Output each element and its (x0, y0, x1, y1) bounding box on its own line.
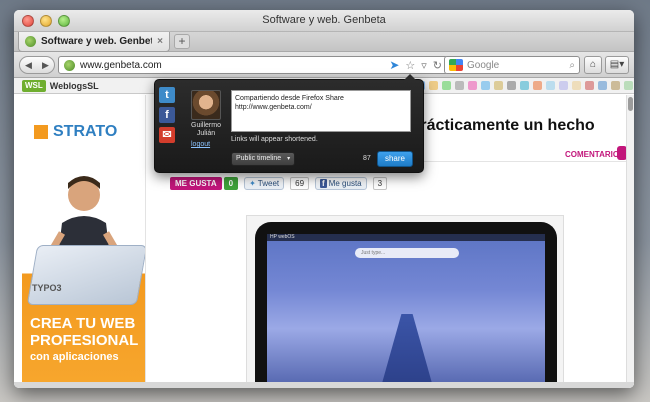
search-bar[interactable]: Google ⌕ (444, 56, 580, 74)
tablet-search-field: Just type... (355, 248, 459, 258)
tab-label: Software y web. Genbeta (41, 36, 153, 47)
chevron-down-icon: ▾ (287, 156, 291, 162)
bookmark-icon[interactable] (441, 81, 451, 90)
bookmark-icon[interactable] (480, 81, 490, 90)
avatar (191, 90, 221, 120)
share-message-textarea[interactable]: Compartiendo desde Firefox Share http://… (231, 90, 411, 132)
bookmark-icons (402, 81, 633, 90)
tweet-button[interactable]: ✦ Tweet (244, 177, 285, 190)
ad-headline: CREA TU WEB PROFESIONAL con aplicaciones (30, 315, 138, 366)
site-identity-icon[interactable] (64, 59, 75, 71)
bookmark-icon[interactable] (532, 81, 542, 90)
bookmark-icon[interactable] (493, 81, 503, 90)
vertical-scrollbar[interactable] (626, 95, 634, 388)
title-bar: Software y web. Genbeta (14, 10, 634, 32)
facebook-service-icon[interactable]: f (159, 107, 175, 123)
bookmark-icon[interactable] (506, 81, 516, 90)
share-arrow-icon[interactable]: ➤ (389, 58, 399, 72)
bookmark-icon[interactable] (558, 81, 568, 90)
links-shortened-note: Links will appear shortened. (231, 136, 318, 143)
bookmark-icon[interactable] (597, 81, 607, 90)
menu-button[interactable]: ▤▾ (605, 56, 629, 74)
mail-service-icon[interactable]: ✉ (159, 127, 175, 143)
strato-brand-text: STRATO (53, 123, 118, 140)
firefox-share-popup: t f ✉ Guillermo Julián logout Compartien… (154, 74, 424, 173)
tablet-pier-image (379, 314, 435, 388)
tablet-image: HP webOS Just type... (255, 222, 557, 388)
bookmark-icon[interactable] (584, 81, 594, 90)
tweet-count: 69 (290, 177, 310, 190)
character-count: 87 (363, 155, 371, 162)
typo3-logo: TYPO3 (32, 283, 62, 293)
facebook-icon: f (320, 179, 327, 188)
bookmark-icon[interactable] (519, 81, 529, 90)
article-image[interactable]: HP webOS Just type... (246, 215, 564, 388)
bookmark-star-icon[interactable]: ☆ (405, 59, 415, 72)
search-icon[interactable]: ⌕ (569, 60, 575, 71)
tab-bar: Software y web. Genbeta × + (14, 32, 634, 52)
home-button[interactable]: ⌂ (584, 56, 602, 74)
facebook-like-label: Me gusta (328, 179, 362, 188)
ad-laptop-image (26, 245, 145, 305)
browser-window: Software y web. Genbeta Software y web. … (14, 10, 634, 388)
ad-line-3: con aplicaciones (30, 351, 119, 363)
bookmark-icon[interactable] (571, 81, 581, 90)
social-buttons: ME GUSTA 0 ✦ Tweet 69 f Me gusta 3 (170, 177, 388, 190)
dropdown-arrow-icon[interactable]: ▿ (421, 59, 427, 72)
search-input[interactable]: Google (467, 60, 565, 71)
bookmark-icon[interactable] (610, 81, 620, 90)
share-button[interactable]: share (377, 151, 413, 167)
tablet-screen: HP webOS Just type... (267, 234, 545, 388)
url-bar[interactable]: www.genbeta.com ➤ ☆ ▿ ↻ (58, 56, 448, 74)
popup-arrow (404, 74, 416, 80)
twitter-bird-icon: ✦ (249, 179, 256, 188)
comments-link[interactable]: COMENTARIOS (565, 150, 624, 159)
timeline-select-value: Public timeline (236, 155, 282, 162)
url-bar-icons: ➤ ☆ ▿ ↻ (389, 58, 442, 72)
navigation-toolbar: ◀ ▶ www.genbeta.com ➤ ☆ ▿ ↻ Google ⌕ ⌂ ▤… (14, 52, 634, 78)
me-gusta-count: 0 (223, 177, 239, 190)
facebook-like-button[interactable]: f Me gusta (315, 177, 367, 190)
weblogssl-logo[interactable]: WSL (22, 79, 46, 92)
bookmark-icon[interactable] (428, 81, 438, 90)
window-title: Software y web. Genbeta (262, 14, 386, 26)
url-text[interactable]: www.genbeta.com (80, 60, 384, 71)
strato-logo: STRATO (34, 123, 117, 141)
new-tab-button[interactable]: + (174, 34, 190, 49)
twitter-service-icon[interactable]: t (159, 87, 175, 103)
ad-line-2: PROFESIONAL (30, 332, 139, 349)
tweet-label: Tweet (257, 179, 280, 188)
user-name: Guillermo Julián (191, 122, 221, 137)
scrollbar-thumb[interactable] (628, 97, 633, 111)
close-tab-icon[interactable]: × (157, 36, 163, 47)
bookmark-icon[interactable] (454, 81, 464, 90)
weblogssl-label[interactable]: WeblogsSL (50, 81, 99, 91)
reload-icon[interactable]: ↻ (433, 59, 442, 72)
bookmark-icon[interactable] (623, 81, 633, 90)
ad-line-1: CREA TU WEB (30, 315, 136, 332)
google-engine-icon[interactable] (449, 59, 463, 71)
back-forward-buttons: ◀ ▶ (19, 56, 55, 74)
logout-link[interactable]: logout (191, 141, 210, 148)
facebook-like-count: 3 (372, 177, 388, 190)
bookmark-icon[interactable] (467, 81, 477, 90)
bookmark-icon[interactable] (545, 81, 555, 90)
strato-square-icon (34, 125, 48, 139)
me-gusta-button[interactable]: ME GUSTA (170, 177, 222, 190)
genbeta-favicon-icon (25, 36, 36, 47)
tablet-status-bar: HP webOS (267, 234, 545, 241)
tab-genbeta[interactable]: Software y web. Genbeta × (18, 32, 170, 52)
back-button[interactable]: ◀ (25, 60, 32, 71)
strato-ad-banner[interactable]: STRATO TYPO3 CREA TU WEB PROFESIONAL con… (22, 95, 146, 383)
timeline-select[interactable]: Public timeline ▾ (231, 152, 295, 166)
horizontal-scrollbar[interactable] (14, 382, 634, 388)
forward-button[interactable]: ▶ (42, 60, 49, 71)
